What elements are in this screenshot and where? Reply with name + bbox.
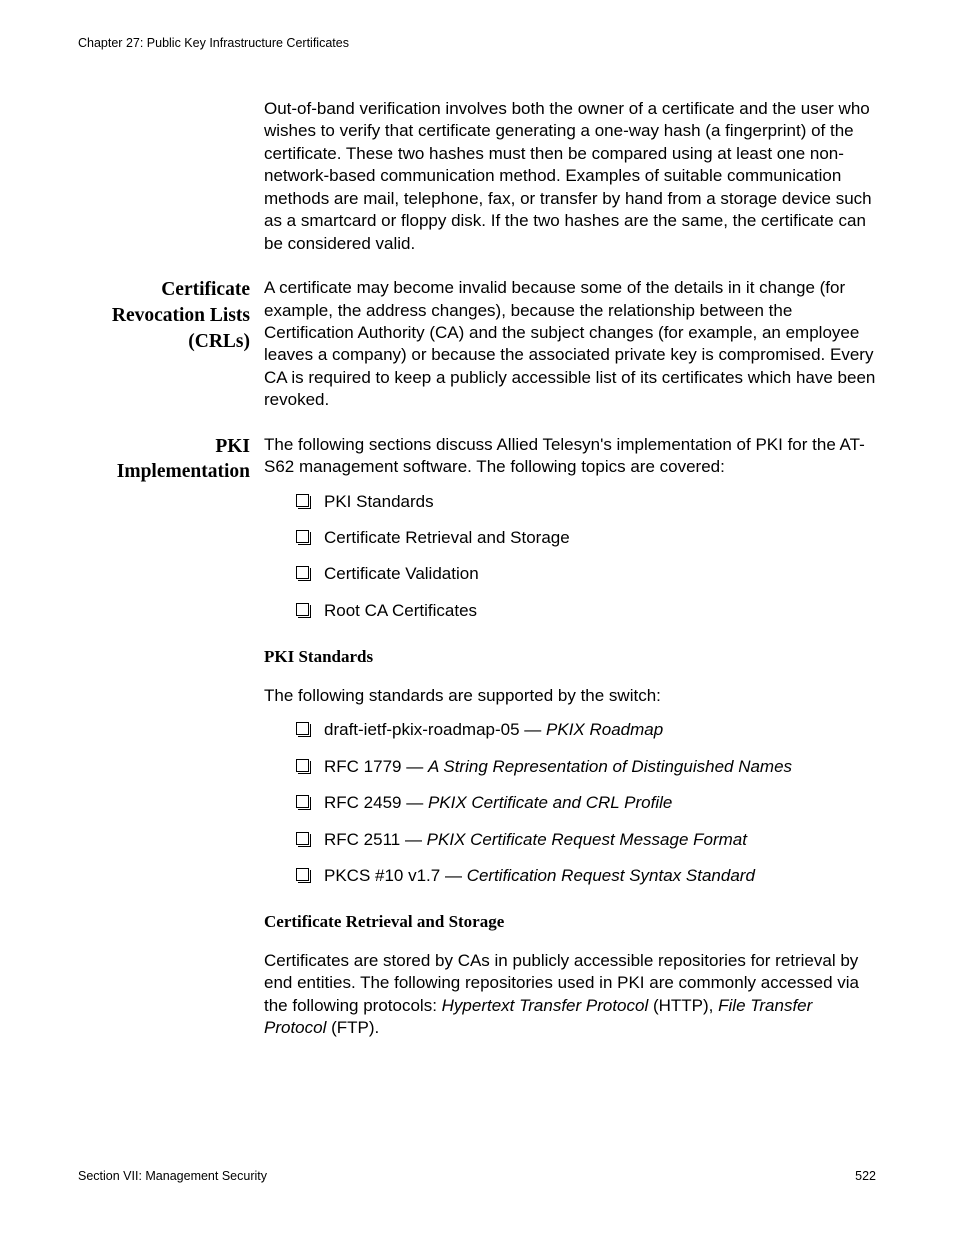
footer-section: Section VII: Management Security [78,1169,267,1183]
retrieval-body: Certificates are stored by CAs in public… [264,950,876,1040]
footer-page-number: 522 [855,1169,876,1183]
running-header: Chapter 27: Public Key Infrastructure Ce… [78,36,876,50]
standards-list: draft-ietf-pkix-roadmap-05 — PKIX Roadma… [264,719,876,887]
list-item-text: draft-ietf-pkix-roadmap-05 — PKIX Roadma… [324,720,663,739]
list-item: RFC 1779 — A String Representation of Di… [264,756,876,778]
intro-paragraph: Out-of-band verification involves both t… [264,98,876,255]
pki-topics-list: PKI Standards Certificate Retrieval and … [264,491,876,623]
page-content: Out-of-band verification involves both t… [78,98,876,1040]
subhead-retrieval: Certificate Retrieval and Storage [264,911,876,933]
checkbox-icon [296,566,309,579]
side-heading-crl: Certificate Revocation Lists (CRLs) [78,277,264,354]
subhead-standards: PKI Standards [264,646,876,668]
list-item: Certificate Retrieval and Storage [264,527,876,549]
list-item-text: RFC 1779 — A String Representation of Di… [324,757,792,776]
checkbox-icon [296,530,309,543]
page-footer: Section VII: Management Security 522 [78,1169,876,1183]
checkbox-icon [296,868,309,881]
side-heading-pki: PKI Implementation [78,434,264,485]
checkbox-icon [296,494,309,507]
checkbox-icon [296,795,309,808]
list-item: RFC 2459 — PKIX Certificate and CRL Prof… [264,792,876,814]
pki-intro: The following sections discuss Allied Te… [264,434,876,479]
list-item: RFC 2511 — PKIX Certificate Request Mess… [264,829,876,851]
list-item: PKCS #10 v1.7 — Certification Request Sy… [264,865,876,887]
list-item: Certificate Validation [264,563,876,585]
list-item: draft-ietf-pkix-roadmap-05 — PKIX Roadma… [264,719,876,741]
list-item-text: RFC 2511 — PKIX Certificate Request Mess… [324,830,747,849]
list-item-text: RFC 2459 — PKIX Certificate and CRL Prof… [324,793,672,812]
checkbox-icon [296,832,309,845]
crl-body: A certificate may become invalid because… [264,277,876,412]
list-item-text: PKCS #10 v1.7 — Certification Request Sy… [324,866,755,885]
checkbox-icon [296,722,309,735]
list-item-text: Root CA Certificates [324,601,477,620]
list-item-text: PKI Standards [324,492,434,511]
list-item-text: Certificate Validation [324,564,479,583]
list-item: PKI Standards [264,491,876,513]
list-item-text: Certificate Retrieval and Storage [324,528,570,547]
standards-intro: The following standards are supported by… [264,685,876,707]
list-item: Root CA Certificates [264,600,876,622]
checkbox-icon [296,603,309,616]
checkbox-icon [296,759,309,772]
